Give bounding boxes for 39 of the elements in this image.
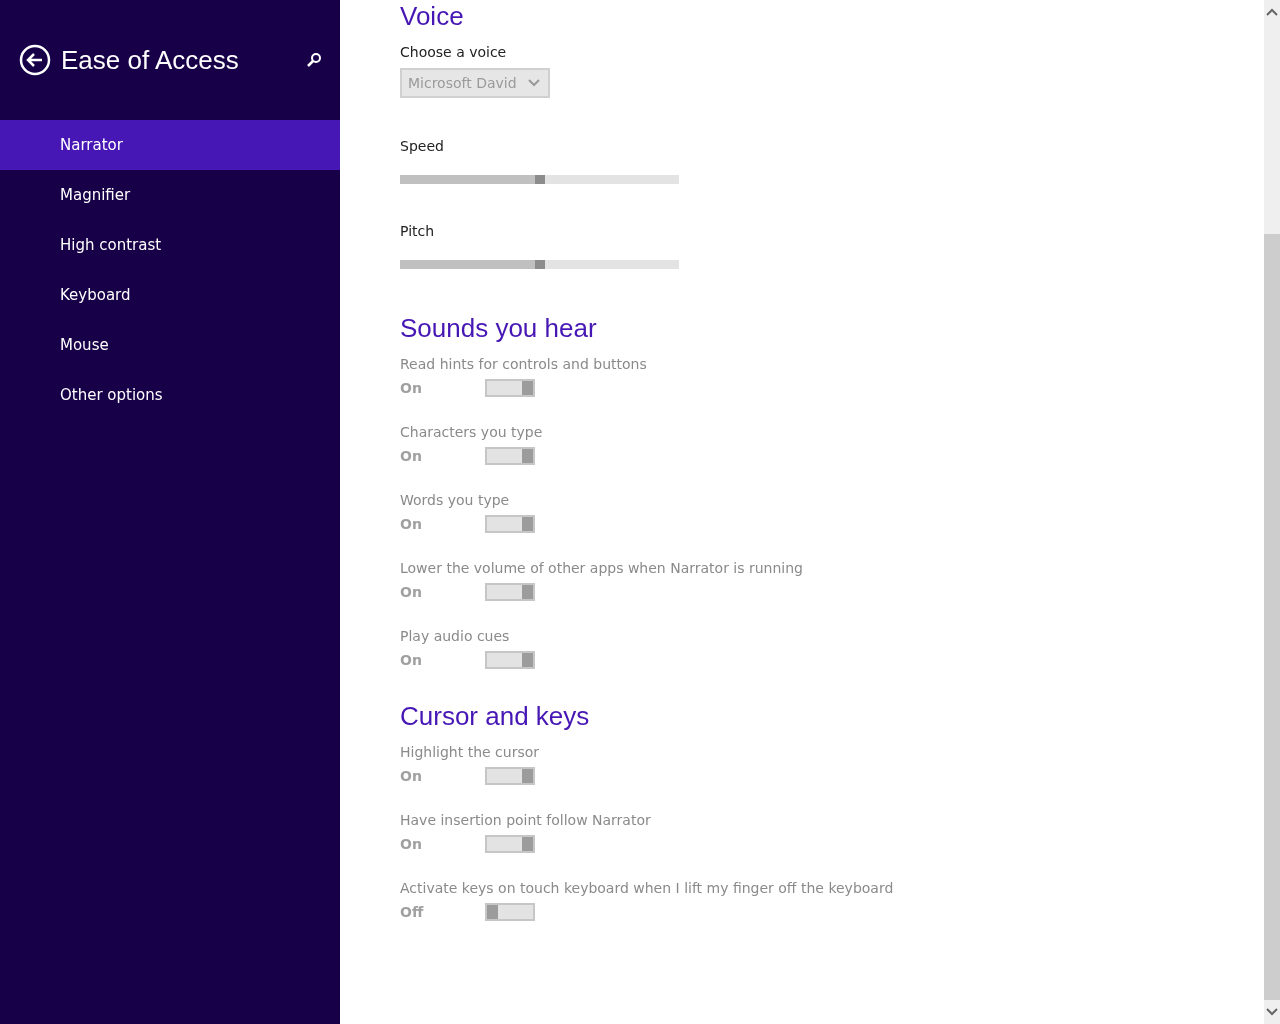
sidebar-title: Ease of Access bbox=[61, 44, 240, 76]
toggle-state: On bbox=[400, 584, 423, 600]
setting-label: Words you type bbox=[400, 491, 510, 510]
toggle-state: On bbox=[400, 768, 423, 784]
setting-label: Have insertion point follow Narrator bbox=[400, 811, 651, 830]
slider-track[interactable] bbox=[400, 260, 679, 269]
slider-track[interactable] bbox=[400, 175, 679, 184]
nav-item[interactable]: Narrator bbox=[0, 120, 340, 170]
slider-label: Pitch bbox=[400, 222, 435, 241]
slider-label: Speed bbox=[400, 137, 444, 156]
back-button[interactable] bbox=[19, 44, 51, 76]
slider-thumb[interactable] bbox=[534, 175, 545, 184]
scroll-down-icon[interactable] bbox=[1266, 1008, 1278, 1016]
setting-label: Read hints for controls and buttons bbox=[400, 355, 647, 374]
chevron-down-icon bbox=[528, 79, 540, 87]
nav-item[interactable]: Magnifier bbox=[0, 170, 340, 220]
setting-label: Activate keys on touch keyboard when I lift my finger off the keyboard bbox=[400, 879, 894, 898]
toggle-state: On bbox=[400, 652, 423, 668]
toggle-state: On bbox=[400, 516, 423, 532]
nav-item[interactable]: Keyboard bbox=[0, 270, 340, 320]
search-button[interactable] bbox=[306, 52, 322, 68]
toggle-state: Off bbox=[400, 904, 425, 920]
toggle-state: On bbox=[400, 380, 423, 396]
section-heading: Voice bbox=[400, 0, 464, 33]
scrollbar[interactable] bbox=[1264, 0, 1280, 1024]
field-label: Choose a voice bbox=[400, 43, 507, 62]
toggle-state: On bbox=[400, 448, 423, 464]
section-heading: Cursor and keys bbox=[400, 700, 590, 733]
section-heading: Sounds you hear bbox=[400, 312, 597, 345]
toggle-state: On bbox=[400, 836, 423, 852]
scroll-up-icon[interactable] bbox=[1266, 8, 1278, 16]
setting-label: Highlight the cursor bbox=[400, 743, 540, 762]
slider-thumb[interactable] bbox=[534, 260, 545, 269]
setting-label: Characters you type bbox=[400, 423, 543, 442]
setting-label: Play audio cues bbox=[400, 627, 510, 646]
setting-label: Lower the volume of other apps when Narrator is running bbox=[400, 559, 803, 578]
nav-item[interactable]: High contrast bbox=[0, 220, 340, 270]
nav-item[interactable]: Other options bbox=[0, 370, 340, 420]
nav-item[interactable]: Mouse bbox=[0, 320, 340, 370]
